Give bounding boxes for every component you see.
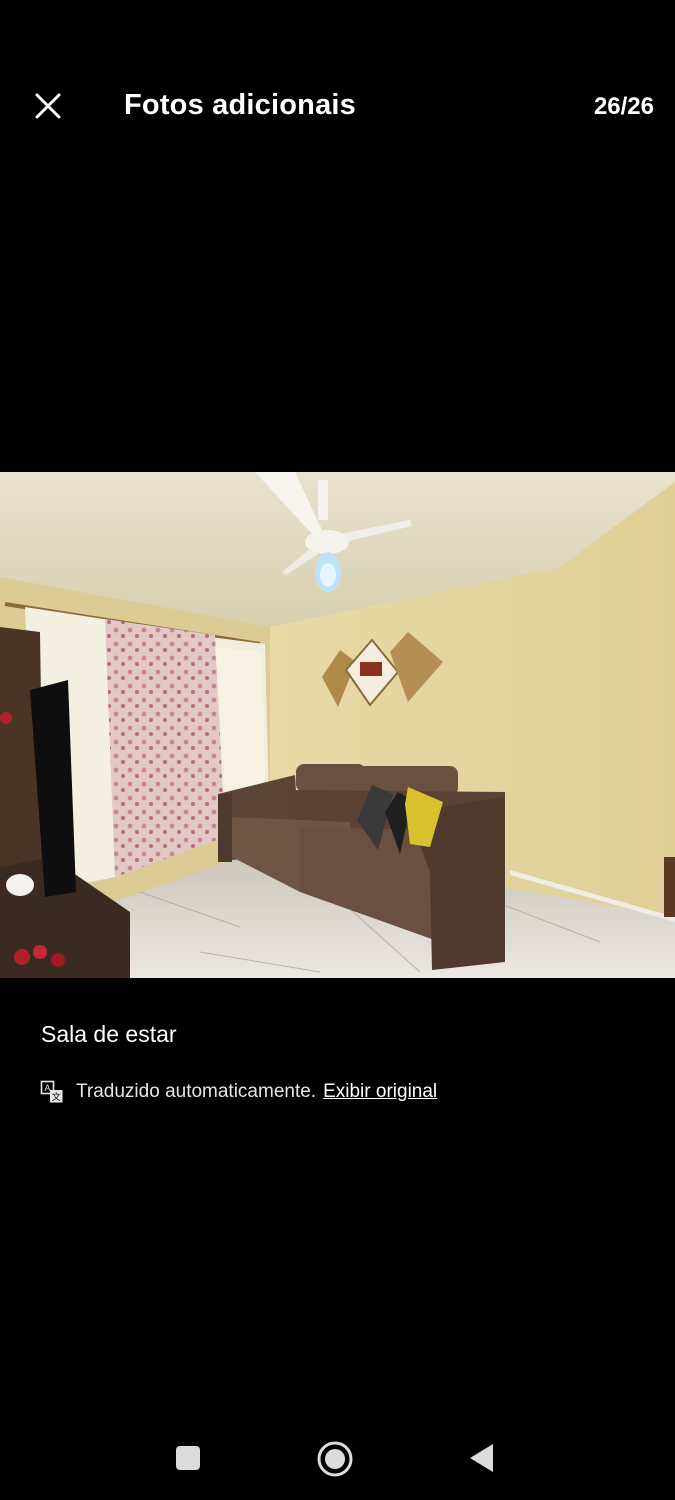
home-circle-icon: [317, 1441, 353, 1477]
svg-text:A: A: [44, 1083, 50, 1093]
translate-icon: A 文: [40, 1080, 63, 1103]
show-original-link[interactable]: Exibir original: [323, 1081, 437, 1103]
home-button[interactable]: [316, 1440, 354, 1483]
photo-counter: 26/26: [593, 93, 654, 120]
svg-text:文: 文: [52, 1091, 61, 1102]
recents-button[interactable]: [174, 1444, 202, 1477]
photo-caption: Sala de estar: [41, 1021, 177, 1047]
top-app-bar: Fotos adicionais 26/26: [0, 0, 675, 215]
close-button[interactable]: [22, 80, 74, 132]
close-icon: [35, 93, 61, 119]
room-photo[interactable]: [0, 472, 675, 978]
system-navigation-bar: [0, 1420, 675, 1500]
translation-notice-text: Traduzido automaticamente.: [76, 1081, 317, 1102]
page-title: Fotos adicionais: [124, 89, 357, 121]
translation-notice: A 文 Traduzido automaticamente. Exibir or…: [40, 1080, 437, 1104]
back-button[interactable]: [467, 1442, 495, 1479]
recents-square-icon: [176, 1446, 200, 1470]
back-triangle-icon: [470, 1444, 493, 1472]
